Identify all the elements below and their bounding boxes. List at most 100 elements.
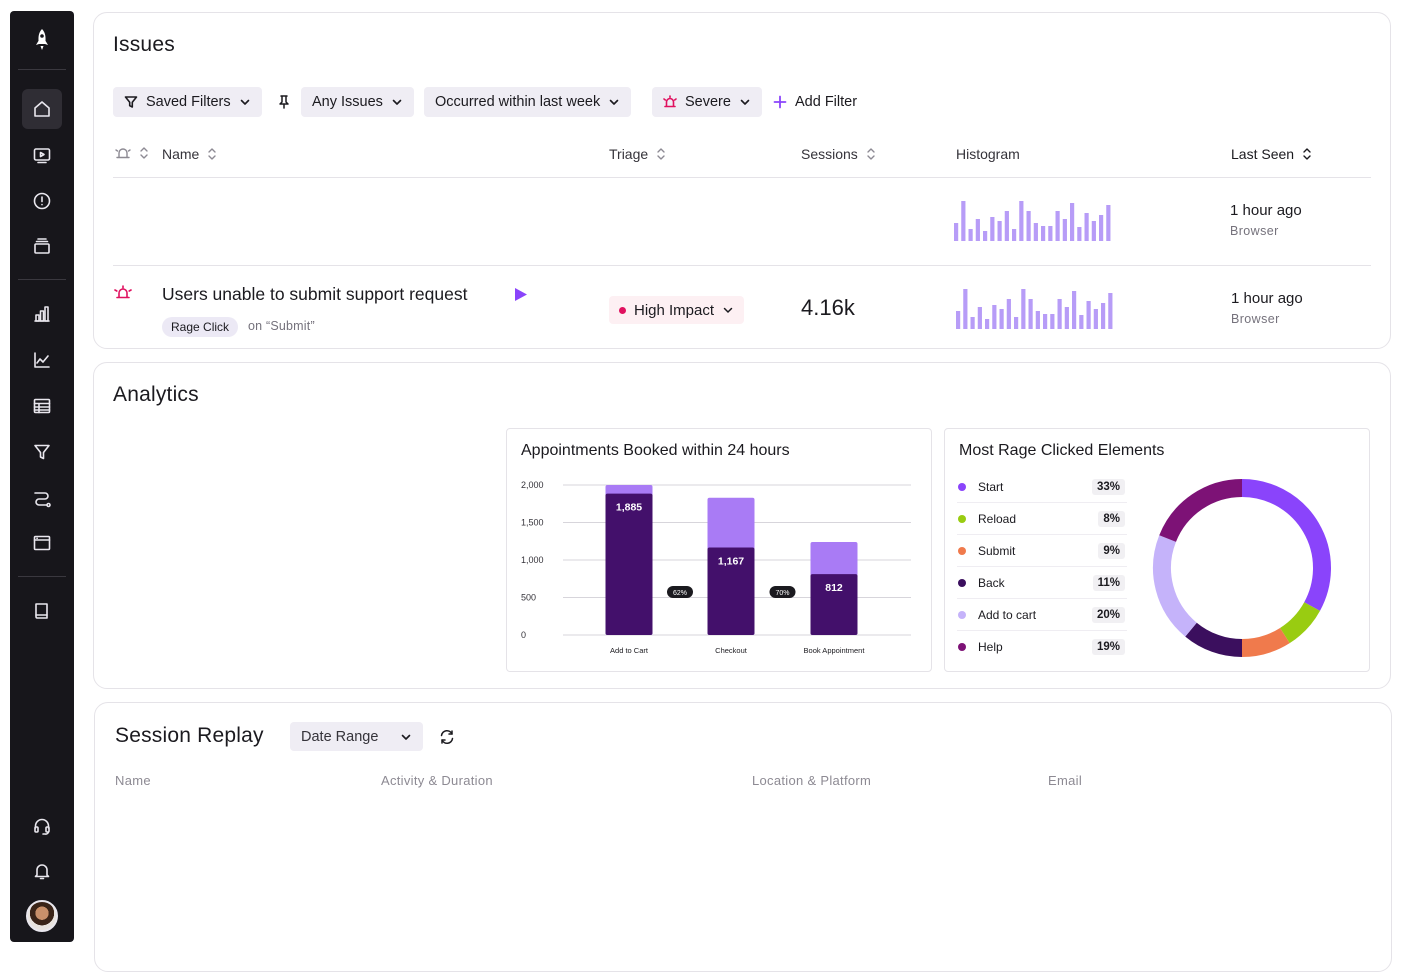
legend-swatch (958, 610, 966, 619)
sessions-column-label: Sessions (801, 146, 858, 162)
sort-icon (1303, 148, 1311, 160)
triage-column-label: Triage (609, 146, 649, 162)
histogram-bar (1019, 201, 1024, 241)
histogram-bar (1077, 227, 1082, 241)
donut-slice[interactable] (1241, 479, 1331, 611)
triage-column-header[interactable]: Triage (609, 146, 666, 162)
sidebar-item-bar-chart[interactable] (22, 294, 62, 334)
y-tick-label: 500 (521, 593, 536, 603)
status-dot (619, 306, 626, 314)
donut-slice[interactable] (1279, 601, 1320, 644)
sidebar-item-funnel[interactable] (22, 432, 62, 472)
histogram-bar (956, 311, 961, 329)
severity-label: Severe (685, 94, 731, 110)
legend-item[interactable]: Submit 9% (957, 535, 1127, 567)
sidebar-item-session-replay[interactable] (22, 135, 62, 175)
sidebar-item-window[interactable] (22, 523, 62, 563)
sort-icon (208, 148, 217, 160)
pin-icon[interactable] (276, 94, 292, 110)
analytics-card: Analytics Appointments Booked within 24 … (93, 362, 1391, 689)
legend-label: Help (978, 640, 1003, 654)
histogram-bar (1006, 299, 1011, 329)
add-filter-label: Add Filter (795, 94, 858, 110)
legend-item[interactable]: Help 19% (957, 631, 1127, 663)
add-filter-button[interactable]: Add Filter (773, 87, 857, 117)
y-tick-label: 0 (521, 630, 526, 640)
legend-item[interactable]: Back 11% (957, 567, 1127, 599)
play-icon[interactable] (514, 287, 528, 302)
histogram-bar (1057, 299, 1062, 329)
sidebar-item-notifications[interactable] (22, 851, 62, 891)
path-icon (34, 492, 51, 508)
sidebar-item-docs[interactable] (22, 591, 62, 631)
legend-label: Back (978, 575, 1005, 590)
rocket-icon[interactable] (30, 27, 54, 53)
histogram-bar (1021, 289, 1026, 329)
siren-icon (663, 95, 677, 108)
any-issues-filter[interactable]: Any Issues (301, 87, 414, 117)
donut-slice[interactable] (1153, 535, 1197, 637)
avatar[interactable] (26, 900, 58, 932)
occurred-filter[interactable]: Occurred within last week (424, 87, 632, 117)
legend-item[interactable]: Reload 8% (957, 503, 1127, 535)
histogram-column-label: Histogram (956, 146, 1020, 162)
date-range-label: Date Range (301, 728, 379, 745)
sessions-column-header[interactable]: Sessions (801, 146, 876, 162)
donut-slice[interactable] (1241, 627, 1290, 657)
location-column-header[interactable]: Location & Platform (752, 773, 871, 788)
legend-swatch (958, 514, 966, 523)
histogram-bar (1086, 301, 1091, 329)
analytics-title: Analytics (113, 383, 199, 406)
book-icon (35, 603, 48, 619)
last-seen-column-header[interactable]: Last Seen (1231, 146, 1312, 162)
platform-value: Browser (1231, 312, 1280, 326)
severity-column-header[interactable] (115, 146, 149, 160)
sidebar-item-home[interactable] (22, 89, 62, 129)
sidebar-item-support[interactable] (22, 806, 62, 846)
issue-title[interactable]: Users unable to submit support request (162, 284, 467, 305)
date-range-dropdown[interactable]: Date Range (290, 722, 424, 751)
name-column-header[interactable]: Name (115, 773, 151, 788)
histogram-bar (1043, 314, 1048, 329)
sidebar-item-line-chart[interactable] (22, 340, 62, 380)
sort-icon (140, 147, 148, 159)
bar-chart: 2,000 1,500 1,000 500 0 1,885 Add to Cart 1,167… (521, 480, 911, 655)
histogram-bar (1093, 309, 1098, 329)
legend-swatch (958, 643, 966, 651)
y-tick-label: 2,000 (521, 480, 544, 490)
activity-column-header[interactable]: Activity & Duration (381, 773, 493, 788)
rage-click-tag: Rage Click (162, 317, 239, 337)
legend-label: Reload (978, 511, 1017, 526)
triage-dropdown[interactable]: High Impact (609, 296, 745, 324)
sidebar-item-path[interactable] (22, 478, 62, 518)
x-tick-label: Checkout (715, 646, 748, 655)
histogram-bar (1026, 211, 1031, 241)
legend-item[interactable]: Start 33% (957, 471, 1127, 503)
sidebar-item-table[interactable] (22, 386, 62, 426)
name-column-header[interactable]: Name (162, 146, 217, 162)
donut-slice[interactable] (1185, 622, 1243, 657)
histogram-bar (1028, 299, 1033, 329)
histogram-bar (1012, 229, 1017, 241)
legend-item[interactable]: Add to cart 20% (957, 599, 1127, 631)
saved-filters-label: Saved Filters (146, 94, 231, 110)
x-tick-label: Add to Cart (610, 646, 649, 655)
funnel-icon (34, 444, 50, 460)
x-tick-label: Book Appointment (804, 646, 866, 655)
legend-value: 11% (1092, 574, 1125, 591)
donut-slice[interactable] (1159, 479, 1243, 543)
histogram-bar (1084, 213, 1089, 241)
legend-label: Submit (978, 543, 1016, 558)
name-column-label: Name (162, 146, 200, 162)
email-column-header[interactable]: Email (1048, 773, 1082, 788)
data-label: 812 (825, 582, 843, 594)
saved-filters-button[interactable]: Saved Filters (113, 87, 262, 117)
histogram-bar (1091, 221, 1096, 241)
histogram-bar (1055, 211, 1060, 241)
refresh-icon[interactable] (439, 729, 455, 745)
sidebar-item-issues[interactable] (22, 181, 62, 221)
home-icon (34, 101, 50, 117)
table-icon (33, 398, 51, 414)
severity-filter[interactable]: Severe (652, 87, 762, 117)
sidebar-item-stack[interactable] (22, 226, 62, 266)
